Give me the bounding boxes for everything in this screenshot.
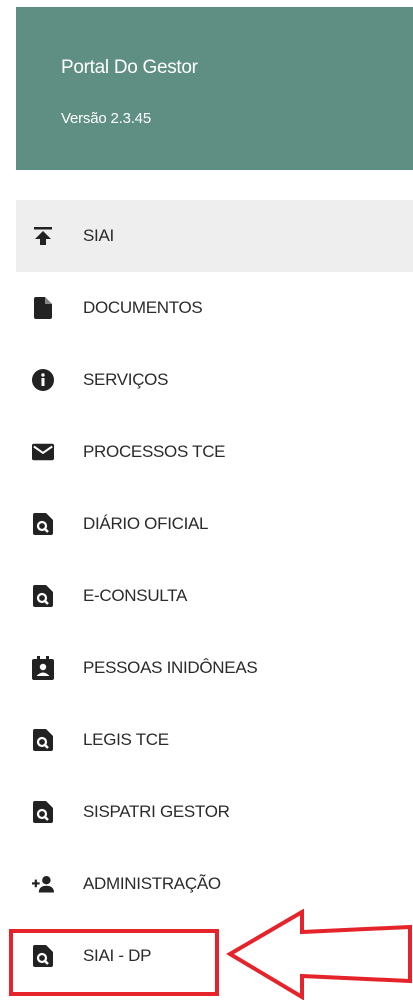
add-person-icon [32,872,54,896]
contact-badge-icon [32,656,54,680]
search-document-icon [32,584,54,608]
menu-item-label: LEGIS TCE [83,730,169,749]
menu-item-label: E-CONSULTA [83,586,188,605]
search-document-icon [32,800,54,824]
menu-item-legis-tce[interactable]: LEGIS TCE [16,704,413,776]
menu-item-label: DOCUMENTOS [83,298,203,317]
menu-item-label: SIAI [83,226,114,245]
menu-item-processos-tce[interactable]: PROCESSOS TCE [16,416,413,488]
menu-item-label: SISPATRI GESTOR [83,802,230,821]
app-title: Portal Do Gestor [61,57,198,78]
app-version: Versão 2.3.45 [61,110,151,127]
highlight-box [9,929,219,996]
menu-item-label: PROCESSOS TCE [83,442,226,461]
menu-item-documentos[interactable]: DOCUMENTOS [16,272,413,344]
sidebar-menu: SIAI DOCUMENTOS SERVIÇOS PROCESSOS TCE D… [16,200,413,992]
menu-item-label: SERVIÇOS [83,370,169,389]
menu-item-label: PESSOAS INIDÔNEAS [83,658,258,677]
left-arrow-icon [226,909,412,1000]
upload-icon [32,224,54,248]
document-icon [32,296,54,320]
menu-item-e-consulta[interactable]: E-CONSULTA [16,560,413,632]
info-icon [32,368,54,392]
menu-item-sispatri-gestor[interactable]: SISPATRI GESTOR [16,776,413,848]
menu-item-label: DIÁRIO OFICIAL [83,514,209,533]
menu-item-siai[interactable]: SIAI [16,200,413,272]
menu-item-label: ADMINISTRAÇÃO [83,874,221,893]
menu-item-pessoas-inidoneas[interactable]: PESSOAS INIDÔNEAS [16,632,413,704]
menu-item-diario-oficial[interactable]: DIÁRIO OFICIAL [16,488,413,560]
menu-item-servicos[interactable]: SERVIÇOS [16,344,413,416]
mail-icon [32,440,54,464]
search-document-icon [32,512,54,536]
app-header: Portal Do Gestor Versão 2.3.45 [16,7,413,170]
search-document-icon [32,728,54,752]
